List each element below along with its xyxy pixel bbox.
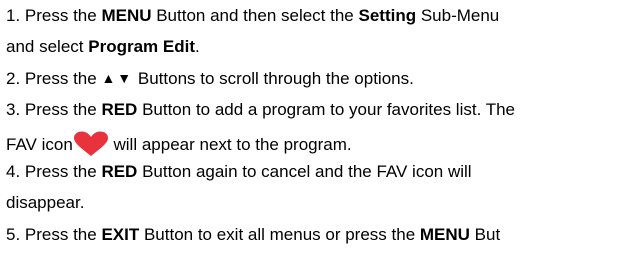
text-segment: 2. Press the [6, 69, 102, 88]
text-segment: Button again to cancel and the FAV icon … [137, 162, 472, 181]
red-button-label: RED [101, 162, 138, 181]
exit-button-label: EXIT [101, 225, 140, 244]
text-segment: Button and then select the [151, 6, 359, 25]
text-segment: 3. Press the [6, 100, 102, 119]
text-segment: FAV icon [6, 135, 73, 154]
text-segment: Buttons to scroll through the options. [133, 69, 414, 88]
text-segment: Sub-Menu [416, 6, 500, 25]
instruction-line-2: and select Program Edit. [6, 37, 200, 57]
instruction-line-1: 1. Press the MENU Button and then select… [6, 6, 499, 26]
setting-label: Setting [358, 6, 417, 25]
text-segment: But [469, 225, 501, 244]
text-segment: . [194, 37, 200, 56]
program-edit-label: Program Edit [88, 37, 195, 56]
red-button-label: RED [101, 100, 138, 119]
text-segment: Button to add a program to your favorite… [137, 100, 516, 119]
text-segment: 4. Press the [6, 162, 102, 181]
up-down-arrows-icon: ▲▼ [101, 70, 134, 86]
text-segment: Button to exit all menus or press the [139, 225, 420, 244]
instruction-line-4: 3. Press the RED Button to add a program… [6, 100, 515, 120]
text-segment: disappear. [6, 193, 85, 212]
text-segment: 1. Press the [6, 6, 102, 25]
text-segment: and select [6, 37, 89, 56]
instruction-line-3: 2. Press the ▲▼ Buttons to scroll throug… [6, 68, 414, 88]
instruction-line-7: disappear. [6, 193, 84, 213]
menu-button-label: MENU [419, 225, 470, 244]
heart-icon [73, 131, 108, 156]
text-segment: will appear next to the program. [108, 135, 352, 154]
menu-button-label: MENU [101, 6, 152, 25]
instruction-line-6: 4. Press the RED Button again to cancel … [6, 162, 472, 182]
text-segment: 5. Press the [6, 225, 102, 244]
instruction-line-5: FAV icon will appear next to the program… [6, 131, 352, 156]
instruction-line-8: 5. Press the EXIT Button to exit all men… [6, 225, 500, 245]
